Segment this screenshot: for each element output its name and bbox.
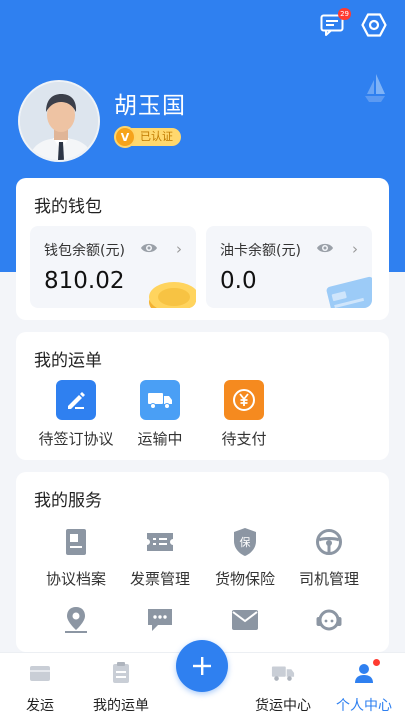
service-agreement-archive[interactable]: 协议档案 bbox=[30, 526, 122, 589]
chevron-right-icon: › bbox=[176, 240, 182, 258]
yuan-icon bbox=[224, 380, 264, 420]
verified-label: 已认证 bbox=[130, 128, 181, 146]
create-shipment-button[interactable] bbox=[176, 640, 228, 692]
location-pin-icon bbox=[60, 604, 92, 636]
tab-label: 个人中心 bbox=[336, 698, 392, 714]
fuel-card-value: 0.0 bbox=[220, 268, 257, 294]
order-label: 待支付 bbox=[221, 430, 267, 448]
customer-service-icon bbox=[313, 604, 345, 636]
service-location[interactable] bbox=[30, 604, 122, 636]
tab-label: 发运 bbox=[26, 698, 54, 714]
tab-label: 货运中心 bbox=[255, 698, 311, 714]
tab-personal-center[interactable]: 个人中心 bbox=[324, 659, 404, 715]
service-label: 货物保险 bbox=[214, 570, 275, 588]
eye-icon[interactable] bbox=[140, 241, 158, 255]
service-invoice[interactable]: 发票管理 bbox=[114, 526, 206, 589]
orders-title: 我的运单 bbox=[34, 351, 102, 371]
invoice-icon bbox=[144, 526, 176, 558]
wallet-balance-label: 钱包余额(元) bbox=[44, 243, 125, 259]
order-pending-payment[interactable]: 待支付 bbox=[204, 380, 284, 449]
tab-ship[interactable]: 发运 bbox=[0, 661, 80, 715]
chevron-right-icon: › bbox=[352, 240, 358, 258]
fuel-card-label: 油卡余额(元) bbox=[220, 243, 301, 259]
order-label: 运输中 bbox=[137, 430, 183, 448]
plus-icon bbox=[193, 657, 211, 675]
tab-my-waybill[interactable]: 我的运单 bbox=[81, 661, 161, 715]
insurance-shield-icon: 保 bbox=[229, 526, 261, 558]
waybill-icon bbox=[109, 661, 133, 685]
service-label: 发票管理 bbox=[129, 570, 190, 588]
service-mail[interactable] bbox=[199, 604, 291, 636]
eye-icon[interactable] bbox=[316, 241, 334, 255]
wallet-balance-box[interactable]: 钱包余额(元) › 810.02 bbox=[30, 226, 196, 308]
service-cargo-insurance[interactable]: 保 货物保险 bbox=[199, 526, 291, 589]
truck-icon bbox=[140, 380, 180, 420]
verified-badge: V 已认证 bbox=[114, 126, 181, 148]
messages-button[interactable]: 29 bbox=[319, 8, 351, 38]
services-card: 我的服务 协议档案 发票管理 保 货物保险 司机管理 bbox=[16, 472, 389, 652]
message-badge: 29 bbox=[338, 8, 351, 20]
service-label: 司机管理 bbox=[298, 570, 359, 588]
services-title: 我的服务 bbox=[34, 491, 102, 511]
order-in-transit[interactable]: 运输中 bbox=[120, 380, 200, 449]
service-label: 协议档案 bbox=[45, 570, 106, 588]
gold-coin-icon bbox=[149, 282, 196, 308]
ship-box-icon bbox=[28, 661, 52, 685]
edit-document-icon bbox=[56, 380, 96, 420]
tab-freight-center[interactable]: 货运中心 bbox=[243, 661, 323, 715]
settings-button[interactable] bbox=[361, 12, 387, 38]
fuel-card-icon bbox=[326, 276, 372, 308]
order-pending-agreement[interactable]: 待签订协议 bbox=[36, 380, 116, 449]
gear-icon bbox=[361, 13, 387, 37]
orders-card: 我的运单 待签订协议 运输中 待支付 bbox=[16, 332, 389, 460]
service-driver-management[interactable]: 司机管理 bbox=[283, 526, 375, 589]
steering-wheel-icon bbox=[313, 526, 345, 558]
avatar[interactable] bbox=[18, 80, 100, 162]
archive-icon bbox=[60, 526, 92, 558]
service-customer-service[interactable] bbox=[283, 604, 375, 636]
tab-label: 我的运单 bbox=[93, 698, 149, 714]
mail-icon bbox=[229, 604, 261, 636]
truck-tab-icon bbox=[271, 661, 295, 685]
top-actions: 29 bbox=[319, 8, 387, 38]
wallet-title: 我的钱包 bbox=[34, 197, 102, 217]
service-messages[interactable] bbox=[114, 604, 206, 636]
wallet-balance-value: 810.02 bbox=[44, 268, 125, 294]
svg-text:保: 保 bbox=[240, 535, 251, 549]
user-name: 胡玉国 bbox=[114, 93, 186, 119]
fuel-card-box[interactable]: 油卡余额(元) › 0.0 bbox=[206, 226, 372, 308]
wallet-card: 我的钱包 钱包余额(元) › 810.02 油卡余额(元) › 0.0 bbox=[16, 178, 389, 320]
notification-dot bbox=[373, 659, 380, 666]
order-label: 待签订协议 bbox=[38, 430, 114, 448]
chat-bubble-icon bbox=[144, 604, 176, 636]
person-icon bbox=[352, 659, 380, 685]
verified-v-icon: V bbox=[114, 126, 136, 148]
sailboat-icon bbox=[365, 74, 385, 102]
